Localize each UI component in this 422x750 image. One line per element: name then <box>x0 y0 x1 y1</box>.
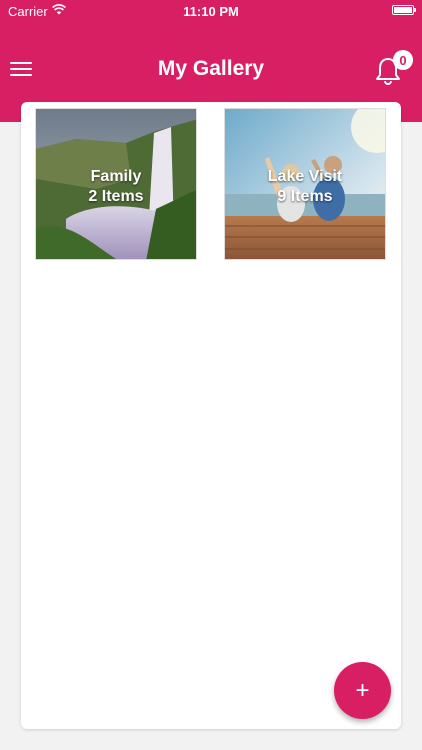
album-count: 9 Items <box>277 188 333 205</box>
status-bar: Carrier 11:10 PM <box>0 0 422 22</box>
battery-icon <box>392 5 416 15</box>
notification-badge: 0 <box>393 50 413 70</box>
album-label: Family 2 Items <box>36 167 196 207</box>
add-album-button[interactable]: + <box>334 662 391 719</box>
album-tile-family[interactable]: Family 2 Items <box>35 108 197 260</box>
gallery-card: Family 2 Items Lake Visit 9 Items <box>21 102 401 729</box>
album-label: Lake Visit 9 Items <box>225 167 385 207</box>
album-count: 2 Items <box>88 188 144 205</box>
album-tile-lake-visit[interactable]: Lake Visit 9 Items <box>224 108 386 260</box>
page-title: My Gallery <box>157 57 265 80</box>
album-name: Lake Visit <box>267 168 343 185</box>
status-time: 11:10 PM <box>183 4 239 19</box>
album-name: Family <box>90 168 142 185</box>
